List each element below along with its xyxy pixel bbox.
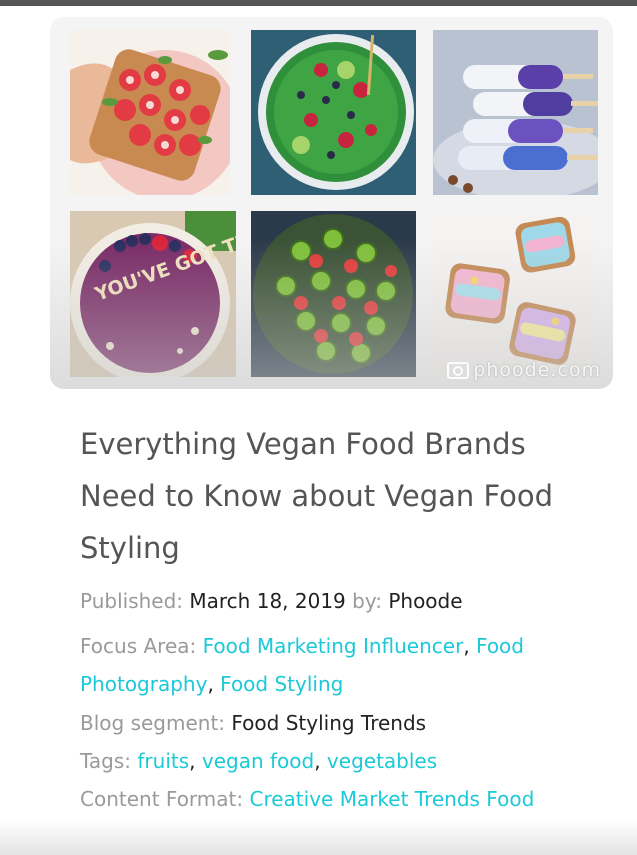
tags-label: Tags: [80,749,132,773]
by-label: by: [352,589,382,613]
blog-segment-value: Food Styling Trends [231,711,427,735]
tag-link[interactable]: fruits [137,749,189,773]
strawberry-toast-photo [70,30,230,195]
published-date: March 18, 2019 [189,589,346,613]
bottom-fade [0,819,637,855]
popsicles-photo [433,30,598,195]
blog-segment-label: Blog segment: [80,711,226,735]
fruit-platter-photo [251,211,416,377]
published-line: Published: March 18, 2019 by: Phoode [80,582,620,620]
focus-area-label: Focus Area: [80,634,197,658]
focus-area-link[interactable]: Food Marketing Influencer [203,634,464,658]
blog-segment-line: Blog segment: Food Styling Trends [80,704,620,742]
content-format-link[interactable]: Creative Market Trends Food [249,787,534,811]
acai-bowl-photo: YOU'VE GOT THIS [70,211,236,377]
tag-link[interactable]: vegan food [202,749,314,773]
article-title[interactable]: Everything Vegan Food Brands Need to Kno… [80,418,600,574]
unicorn-toast-photo [433,211,599,377]
watermark: phoode.com [447,359,601,381]
featured-image-collage[interactable]: YOU'VE GOT THIS phoode.com [50,17,613,389]
green-smoothie-bowl-photo [251,30,416,195]
content-format-label: Content Format: [80,787,244,811]
top-bar [0,0,637,6]
tag-link[interactable]: vegetables [327,749,437,773]
author-name: Phoode [388,589,463,613]
tags-line: Tags: fruits, vegan food, vegetables [80,749,438,773]
focus-area-line: Focus Area: Food Marketing Influencer, F… [80,634,524,696]
focus-area-link[interactable]: Food Styling [220,672,343,696]
content-format-line: Content Format: Creative Market Trends F… [80,780,620,818]
watermark-text: phoode.com [473,359,601,381]
published-label: Published: [80,589,184,613]
camera-icon [447,361,470,379]
